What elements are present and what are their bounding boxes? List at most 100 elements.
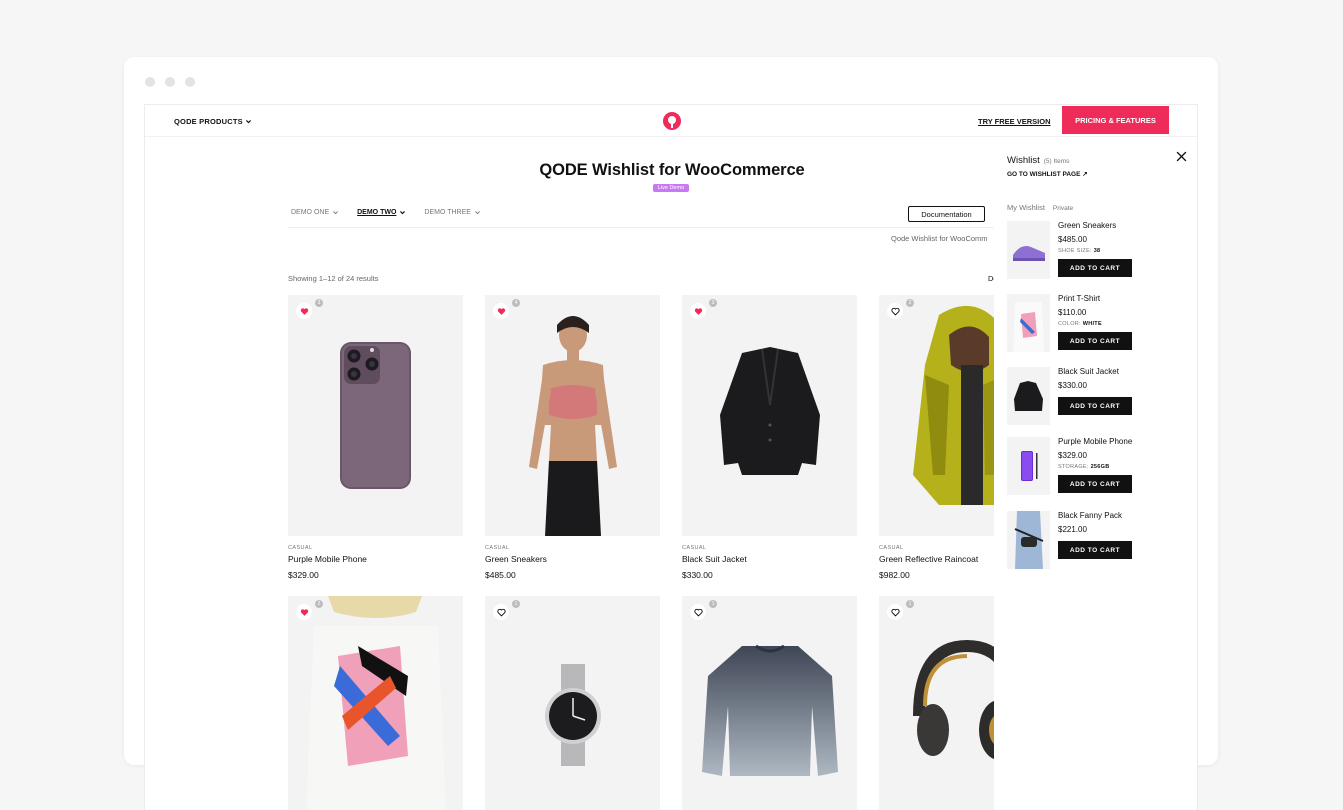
product-card[interactable]: 2	[288, 596, 463, 810]
documentation-button[interactable]: Documentation	[908, 206, 985, 222]
product-image[interactable]: 3	[288, 295, 463, 536]
attribute-value: WHITE	[1082, 321, 1102, 327]
wishlist-panel-header: Wishlist (5) Items	[1007, 155, 1069, 166]
product-price: $329.00	[288, 570, 319, 580]
wishlist-item-thumbnail[interactable]	[1007, 367, 1050, 425]
jacket-image	[720, 347, 820, 475]
tab-demo-two[interactable]: DEMO TWO	[357, 209, 406, 216]
wishlist-panel-title: Wishlist	[1007, 155, 1040, 166]
wishlist-heart-button[interactable]	[690, 604, 706, 620]
wishlist-panel: Wishlist (5) Items GO TO WISHLIST PAGE ↗…	[994, 147, 1197, 810]
qode-logo[interactable]	[663, 112, 681, 130]
try-free-version-link[interactable]: TRY FREE VERSION	[978, 117, 1051, 126]
chevron-down-icon	[400, 211, 406, 215]
product-name[interactable]: Black Suit Jacket	[682, 554, 857, 564]
product-image[interactable]: 2	[288, 596, 463, 810]
qode-products-menu[interactable]: QODE PRODUCTS	[174, 117, 252, 126]
wishlist-count-badge: 1	[512, 600, 520, 608]
heart-icon	[694, 307, 702, 315]
go-to-wishlist-link[interactable]: GO TO WISHLIST PAGE ↗	[1007, 170, 1088, 178]
results-count: Showing 1–12 of 24 results	[288, 274, 379, 283]
tab-demo-three[interactable]: DEMO THREE	[424, 209, 481, 216]
chevron-down-icon	[475, 211, 480, 215]
wishlist-heart-button[interactable]	[493, 604, 509, 620]
tab-label: DEMO ONE	[291, 209, 330, 216]
add-to-cart-button[interactable]: ADD TO CART	[1058, 259, 1132, 277]
window-dot	[185, 77, 195, 87]
wishlist-item-thumbnail[interactable]	[1007, 437, 1050, 495]
product-card[interactable]: 4 CASUAL Green Sneakers $485.00	[485, 295, 660, 580]
wishlist-heart-button[interactable]	[887, 604, 903, 620]
add-to-cart-button[interactable]: ADD TO CART	[1058, 332, 1132, 350]
wishlist-item-name[interactable]: Purple Mobile Phone	[1058, 437, 1132, 446]
wishlist-item-info: Print T-Shirt $110.00 COLOR: WHITE ADD T…	[1058, 294, 1132, 350]
wishlist-heart-button[interactable]	[296, 303, 312, 319]
product-image[interactable]: 1	[682, 596, 857, 810]
add-to-cart-button[interactable]: ADD TO CART	[1058, 475, 1132, 493]
product-card[interactable]: 1	[682, 596, 857, 810]
product-category: CASUAL	[485, 545, 510, 551]
product-name[interactable]: Green Sneakers	[485, 554, 660, 564]
phone-thumbnail	[1021, 451, 1038, 481]
wishlist-item: Black Fanny Pack $221.00 ADD TO CART	[1007, 511, 1192, 571]
tshirt-thumbnail	[1013, 302, 1044, 352]
wishlist-item-thumbnail[interactable]	[1007, 511, 1050, 569]
sweatshirt-image	[702, 644, 838, 776]
qode-products-label: QODE PRODUCTS	[174, 117, 243, 126]
heart-outline-icon	[890, 608, 900, 617]
heart-outline-icon	[890, 307, 900, 316]
wishlist-heart-button[interactable]	[296, 604, 312, 620]
demo-tabs: DEMO ONE DEMO TWO DEMO THREE	[291, 209, 481, 216]
wishlist-item-count: (5) Items	[1043, 158, 1070, 165]
product-card[interactable]: 1	[485, 596, 660, 810]
product-image[interactable]: 4	[485, 295, 660, 536]
chevron-down-icon	[333, 211, 339, 215]
wishlist-item-info: Purple Mobile Phone $329.00 STORAGE: 256…	[1058, 437, 1132, 493]
wishlist-item-thumbnail[interactable]	[1007, 221, 1050, 279]
wishlist-item-name[interactable]: Black Fanny Pack	[1058, 511, 1132, 520]
tab-label: DEMO TWO	[357, 209, 397, 216]
wishlist-item-name[interactable]: Black Suit Jacket	[1058, 367, 1132, 376]
product-category: CASUAL	[288, 545, 313, 551]
plugin-subtitle: Qode Wishlist for WooComm	[891, 234, 988, 243]
product-image[interactable]: 3	[682, 295, 857, 536]
heart-outline-icon	[496, 608, 506, 617]
wishlist-item-name[interactable]: Green Sneakers	[1058, 221, 1132, 230]
tshirt-model-image	[306, 596, 446, 810]
chevron-down-icon	[245, 120, 251, 124]
wishlist-item-attribute: STORAGE: 256GB	[1058, 464, 1132, 470]
site-frame: QODE PRODUCTS TRY FREE VERSION PRICING &…	[144, 104, 1198, 810]
product-card[interactable]: 3 CASUAL Black Suit Jacket $330.00	[682, 295, 857, 580]
wishlist-item-attribute: SHOE SIZE: 38	[1058, 248, 1132, 254]
top-navigation: QODE PRODUCTS TRY FREE VERSION PRICING &…	[145, 105, 1197, 137]
wishlist-item-thumbnail[interactable]	[1007, 294, 1050, 352]
fanny-pack-thumbnail	[1014, 511, 1044, 569]
sneaker-thumbnail	[1013, 246, 1045, 261]
wishlist-count-badge: 2	[315, 600, 323, 608]
add-to-cart-button[interactable]: ADD TO CART	[1058, 541, 1132, 559]
close-panel-button[interactable]	[1176, 149, 1187, 165]
window-dot	[165, 77, 175, 87]
wishlist-item-attribute: COLOR: WHITE	[1058, 321, 1132, 327]
wishlist-item: Print T-Shirt $110.00 COLOR: WHITE ADD T…	[1007, 294, 1192, 354]
product-image[interactable]: 1	[485, 596, 660, 810]
pricing-features-button[interactable]: PRICING & FEATURES	[1062, 106, 1169, 134]
wishlist-item: Green Sneakers $485.00 SHOE SIZE: 38 ADD…	[1007, 221, 1192, 281]
product-price: $330.00	[682, 570, 713, 580]
heart-icon	[300, 608, 308, 616]
wishlist-item-price: $110.00	[1058, 308, 1087, 317]
product-card[interactable]: 3 CASUAL Purple Mobile Phone $329.00	[288, 295, 463, 580]
wishlist-heart-button[interactable]	[690, 303, 706, 319]
wishlist-count-badge: 2	[906, 299, 914, 307]
wishlist-item-info: Green Sneakers $485.00 SHOE SIZE: 38 ADD…	[1058, 221, 1132, 277]
wishlist-heart-button[interactable]	[493, 303, 509, 319]
wishlist-heart-button[interactable]	[887, 303, 903, 319]
wishlist-name[interactable]: My Wishlist	[1007, 203, 1045, 212]
product-price: $485.00	[485, 570, 516, 580]
product-name[interactable]: Purple Mobile Phone	[288, 554, 463, 564]
wishlist-item-name[interactable]: Print T-Shirt	[1058, 294, 1132, 303]
heart-icon	[497, 307, 505, 315]
add-to-cart-button[interactable]: ADD TO CART	[1058, 397, 1132, 415]
attribute-value: 38	[1093, 248, 1101, 254]
tab-demo-one[interactable]: DEMO ONE	[291, 209, 339, 216]
